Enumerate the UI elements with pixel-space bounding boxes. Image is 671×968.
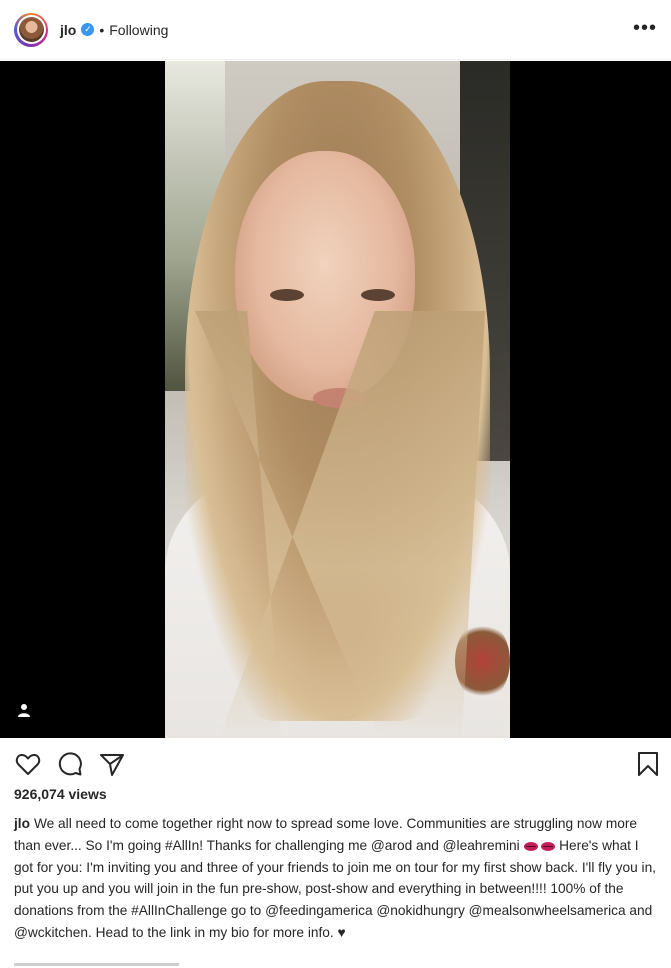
heart-emoji: ♥	[337, 924, 346, 940]
video-frame[interactable]	[165, 61, 510, 738]
action-bar	[0, 738, 671, 786]
more-options-icon[interactable]: •••	[633, 18, 657, 38]
comment-icon[interactable]	[56, 750, 84, 778]
kiss-lips-icon	[541, 841, 556, 851]
user-tag-icon[interactable]	[16, 702, 32, 718]
caption-text: Here's what I got for you: I'm inviting …	[14, 837, 656, 940]
kiss-lips-icon	[523, 841, 538, 851]
right-eye	[361, 289, 395, 301]
share-icon[interactable]	[98, 750, 126, 778]
separator-dot: •	[99, 21, 105, 38]
heart-icon[interactable]	[14, 750, 42, 778]
caption: jlo We all need to come together right no…	[14, 813, 659, 944]
post-header: jlo ✓ • Following •••	[0, 0, 671, 60]
following-button[interactable]: Following	[109, 22, 168, 38]
avatar-image	[18, 17, 44, 42]
bookmark-icon[interactable]	[634, 750, 662, 778]
caption-username[interactable]: jlo	[14, 816, 30, 831]
avatar[interactable]	[14, 12, 48, 47]
post-media[interactable]	[0, 61, 671, 738]
verified-badge-icon: ✓	[81, 23, 95, 36]
view-count[interactable]: 926,074 views	[14, 786, 107, 802]
post-username[interactable]: jlo	[60, 22, 76, 38]
scroll-indicator	[14, 963, 179, 966]
left-eye	[270, 289, 304, 301]
